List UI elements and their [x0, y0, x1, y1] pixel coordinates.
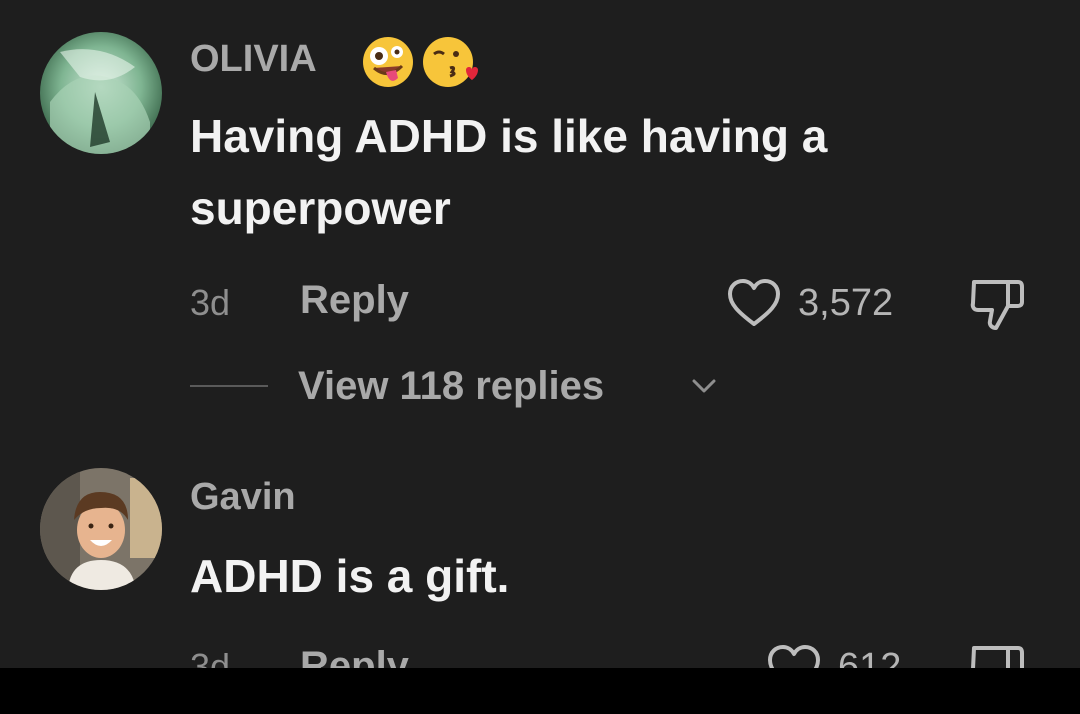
- like-count: 612: [838, 646, 902, 668]
- username-text: OLIVIA: [190, 38, 317, 80]
- replies-divider: [190, 385, 268, 387]
- view-replies-button[interactable]: View 118 replies: [298, 364, 604, 409]
- avatar-image: [40, 468, 162, 590]
- comment-timestamp: 3d: [190, 646, 231, 668]
- heart-icon[interactable]: [726, 278, 782, 328]
- comment-item: Gavin ADHD is a gift. 3d Reply 612: [0, 440, 1080, 668]
- heart-icon[interactable]: [766, 644, 822, 668]
- username-text: Gavin: [190, 476, 296, 518]
- thumbs-down-icon[interactable]: [968, 642, 1028, 668]
- avatar-image: [40, 32, 162, 154]
- face-blowing-kiss-emoji-icon: [423, 37, 478, 87]
- zany-face-emoji-icon: [363, 37, 413, 87]
- reply-button[interactable]: Reply: [300, 278, 409, 323]
- bottom-bar: [0, 668, 1080, 714]
- username[interactable]: OLIVIA: [190, 38, 317, 81]
- comment-timestamp: 3d: [190, 282, 231, 323]
- comment-text: ADHD is a gift.: [190, 550, 510, 602]
- comments-screen: OLIVIA Having ADHD is like having a supe…: [0, 0, 1080, 668]
- reply-button[interactable]: Reply: [300, 644, 409, 668]
- view-replies-label: View 118 replies: [298, 364, 605, 408]
- chevron-down-icon: [692, 379, 716, 393]
- username[interactable]: Gavin: [190, 476, 296, 519]
- thumbs-down-icon[interactable]: [968, 276, 1028, 334]
- avatar[interactable]: [40, 32, 162, 154]
- avatar[interactable]: [40, 468, 162, 590]
- like-count: 3,572: [798, 282, 894, 324]
- comment-item: OLIVIA Having ADHD is like having a supe…: [0, 0, 1080, 440]
- comment-text: Having ADHD is like having a superpower: [190, 110, 828, 234]
